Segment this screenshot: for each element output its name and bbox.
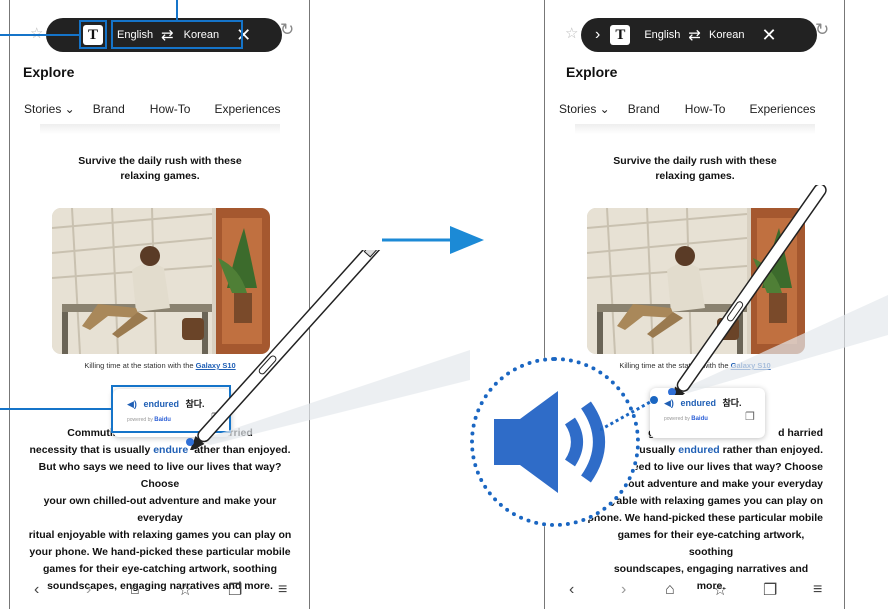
popup-translation-row: ◀) endured 참다.: [664, 396, 742, 409]
article-body: Commutinharried necessity that is usuall…: [28, 425, 292, 595]
popup-translation: 참다.: [722, 398, 742, 408]
home-icon[interactable]: ⌂: [665, 581, 675, 599]
star-icon[interactable]: ☆: [565, 24, 578, 42]
tab-stories[interactable]: Stories ⌄: [559, 102, 610, 116]
body-text: rather than enjoyed.: [719, 444, 823, 456]
body-line-5: ritual enjoyable with relaxing games you…: [28, 529, 292, 541]
chevron-right-icon[interactable]: ›: [595, 26, 600, 44]
close-icon[interactable]: ✕: [761, 25, 776, 46]
s-pen-left: [186, 250, 470, 450]
body-text: d harried: [778, 427, 823, 439]
article-headline: Survive the daily rush with these relaxi…: [613, 155, 777, 182]
tabs-icon[interactable]: ❐: [228, 580, 242, 600]
speaker-magnifier: [470, 357, 640, 527]
body-line-7: games for their eye-catching artwork, so…: [617, 529, 805, 558]
popup-word: endured: [680, 398, 716, 408]
home-icon[interactable]: ⌂: [130, 581, 140, 599]
transition-arrow: [382, 226, 484, 254]
bookmarks-icon[interactable]: ☆: [178, 580, 192, 600]
back-icon[interactable]: ‹: [34, 581, 39, 599]
source-language[interactable]: English: [644, 29, 680, 41]
bookmarks-icon[interactable]: ☆: [713, 580, 727, 600]
tabs-divider: [575, 124, 815, 134]
browser-navbar: ‹ › ⌂ ☆ ❐ ≡: [10, 575, 309, 605]
target-language[interactable]: Korean: [709, 29, 744, 41]
tabs-icon[interactable]: ❐: [763, 580, 777, 600]
category-tabs: Stories ⌄ Brand How-To Experiences: [559, 102, 816, 116]
powered-by: powered by Baidu: [664, 416, 708, 422]
refresh-icon[interactable]: ↻: [815, 20, 829, 40]
section-title: Explore: [566, 64, 618, 80]
tab-how-to[interactable]: How-To: [685, 102, 726, 116]
tab-experiences[interactable]: Experiences: [749, 102, 815, 116]
body-line-6: your phone. We hand-picked these particu…: [29, 546, 291, 558]
body-line-3: But who says we need to live our lives t…: [38, 461, 282, 490]
copy-icon[interactable]: ❐: [745, 410, 755, 423]
swap-arrows-icon[interactable]: ⇄: [688, 26, 701, 44]
magnifier-connector: [600, 396, 658, 432]
translator-toolbar: › T English ⇄ Korean ✕: [581, 18, 817, 52]
powered-by-text: powered by: [664, 416, 690, 422]
forward-icon[interactable]: ›: [621, 581, 626, 599]
selected-word[interactable]: endured: [678, 444, 719, 456]
speaker-icon: [494, 391, 605, 493]
menu-icon[interactable]: ≡: [278, 581, 287, 599]
translation-popup: ◀) endured 참다. powered by Baidu ❐: [650, 388, 765, 438]
baidu-logo: Baidu: [691, 416, 708, 422]
s-pen-right: [668, 185, 888, 395]
speaker-icon[interactable]: ◀): [664, 398, 674, 408]
body-text: necessity that is usually: [29, 444, 154, 456]
tab-brand[interactable]: Brand: [628, 102, 660, 116]
forward-icon[interactable]: ›: [86, 581, 91, 599]
menu-icon[interactable]: ≡: [813, 581, 822, 599]
body-line-6: phone. We hand-picked these particular m…: [587, 512, 823, 524]
body-line-4: your own chilled-out adventure and make …: [43, 495, 277, 524]
browser-navbar: ‹ › ⌂ ☆ ❐ ≡: [545, 575, 844, 605]
back-icon[interactable]: ‹: [569, 581, 574, 599]
text-translate-icon[interactable]: T: [610, 25, 631, 45]
refresh-icon[interactable]: ↻: [280, 20, 294, 40]
